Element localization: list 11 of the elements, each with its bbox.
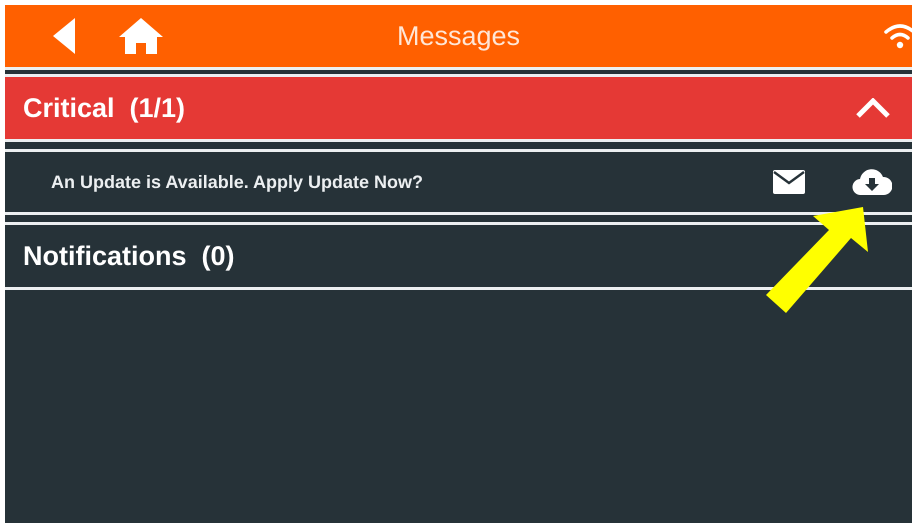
section-header[interactable]: Critical (1/1)	[5, 74, 912, 142]
wifi-icon	[884, 23, 912, 49]
message-text: An Update is Available. Apply Update Now?	[51, 172, 424, 192]
home-icon[interactable]	[119, 18, 163, 54]
cloud-download-icon[interactable]	[852, 168, 892, 196]
envelope-icon[interactable]	[773, 170, 805, 194]
collapse-icon[interactable]	[856, 98, 890, 118]
section-header[interactable]: Notifications (0)	[5, 222, 912, 290]
back-icon[interactable]	[53, 18, 77, 54]
message-row[interactable]: An Update is Available. Apply Update Now?	[5, 149, 912, 215]
screen-title: Messages	[396, 20, 522, 52]
